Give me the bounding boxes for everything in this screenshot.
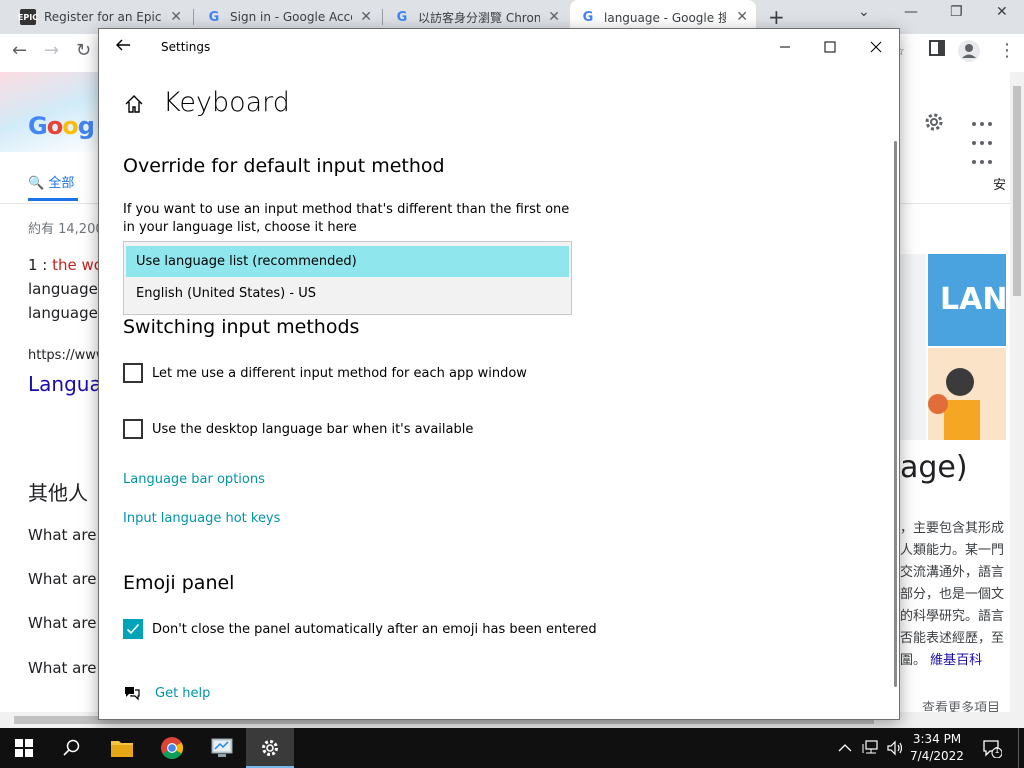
result-snippet: 1 : the wo — [28, 256, 103, 274]
show-hidden-icons[interactable] — [838, 728, 852, 768]
file-explorer-icon[interactable] — [98, 728, 146, 768]
knowledge-panel-text: ，主要包含其形成 人類能力。某一門 交流溝通外，語言 部分，也是一個文 的科學研… — [900, 521, 1005, 668]
network-icon[interactable] — [862, 728, 880, 768]
close-tab-icon[interactable]: ✕ — [736, 9, 748, 25]
close-button[interactable] — [866, 37, 886, 57]
checkmark-icon — [126, 623, 140, 635]
title-bar: Settings — [99, 29, 899, 65]
close-tab-icon[interactable]: ✕ — [548, 9, 560, 25]
profile-icon[interactable] — [958, 40, 980, 67]
chrome-menu-icon[interactable]: ⋮ — [998, 40, 1016, 61]
switching-heading: Switching input methods — [123, 316, 360, 338]
faq-item[interactable]: What are — [28, 614, 96, 632]
emoji-checkbox[interactable] — [123, 619, 143, 639]
forward-icon[interactable]: → — [44, 40, 59, 61]
faq-item[interactable]: What are — [28, 526, 96, 544]
epic-icon: EPIC — [18, 9, 38, 25]
language-bar-options-link[interactable]: Language bar options — [123, 472, 265, 487]
page-title: Keyboard — [163, 87, 290, 118]
minimize-button[interactable] — [775, 37, 795, 57]
tab-title: 以訪客身分瀏覽 Chron — [418, 10, 540, 25]
settings-app-icon[interactable] — [246, 728, 294, 768]
tab-divider — [193, 9, 194, 25]
dropdown-option-language-list[interactable]: Use language list (recommended) — [126, 246, 569, 277]
emoji-option: Don't close the panel automatically afte… — [123, 619, 597, 639]
volume-icon[interactable] — [886, 728, 904, 768]
language-bar-checkbox[interactable] — [123, 419, 143, 439]
input-method-dropdown[interactable]: Use language list (recommended) English … — [123, 241, 572, 315]
knowledge-panel-title: age) — [900, 450, 968, 485]
close-tab-icon[interactable]: ✕ — [170, 9, 182, 25]
action-center-icon[interactable]: 1 — [982, 738, 1003, 759]
app-window-checkbox[interactable] — [123, 363, 143, 383]
result-url: https://www — [28, 348, 107, 363]
tab-all-underline — [28, 198, 78, 201]
chrome-icon[interactable] — [148, 728, 196, 768]
restore-icon[interactable]: ❐ — [950, 4, 963, 20]
taskbar: 3:34 PM 7/4/2022 1 — [0, 728, 1024, 768]
clock-time: 3:34 PM — [912, 732, 962, 746]
gear-icon[interactable] — [922, 110, 946, 134]
people-also-ask-heading: 其他人 — [28, 481, 88, 505]
new-tab-icon[interactable]: + — [768, 5, 785, 29]
get-help-link[interactable]: Get help — [123, 685, 210, 701]
wikipedia-link[interactable]: 維基百科 — [930, 653, 982, 668]
dropdown-option-english-us[interactable]: English (United States) - US — [126, 278, 569, 309]
start-button[interactable] — [0, 728, 48, 768]
settings-window: Settings Keyboard Override for default i… — [98, 28, 900, 720]
faq-item[interactable]: What are — [28, 570, 96, 588]
back-arrow-icon[interactable] — [115, 37, 131, 53]
result-link[interactable]: Langua — [28, 372, 102, 396]
tab-title: Sign in - Google Accou — [230, 10, 352, 24]
back-icon[interactable]: ← — [12, 40, 27, 61]
override-heading: Override for default input method — [123, 155, 445, 177]
control-panel-icon[interactable] — [198, 728, 246, 768]
result-snippet-line: language. — [28, 304, 103, 322]
checkbox-label: Let me use a different input method for … — [152, 365, 527, 381]
search-icon[interactable] — [48, 728, 96, 768]
tab-title: language - Google 搜 — [604, 10, 726, 25]
language-bar-option: Use the desktop language bar when it's a… — [123, 419, 473, 439]
window-title: Settings — [161, 40, 211, 54]
settings-scrollbar[interactable] — [894, 141, 897, 687]
input-language-hot-keys-link[interactable]: Input language hot keys — [123, 511, 280, 526]
svg-text:LAN: LAN — [940, 282, 1006, 317]
reload-icon[interactable]: ↻ — [76, 40, 91, 61]
tab-all[interactable]: 🔍 全部 — [28, 172, 74, 191]
close-icon[interactable]: ✕ — [996, 4, 1008, 20]
get-help-label: Get help — [155, 685, 211, 701]
notification-count: 1 — [994, 746, 1000, 755]
emoji-panel-heading: Emoji panel — [123, 572, 235, 594]
close-tab-icon[interactable]: ✕ — [360, 9, 372, 25]
google-g-icon: G — [396, 9, 408, 25]
chevron-up-icon — [838, 744, 852, 752]
image-thumbnails[interactable]: LAN — [900, 254, 1006, 440]
tab-safe[interactable]: 安 — [993, 174, 1006, 193]
override-description: If you want to use an input method that'… — [123, 202, 570, 235]
minimize-icon[interactable]: — — [904, 4, 918, 20]
tab-divider — [382, 9, 383, 25]
chevron-down-icon[interactable]: ⌄ — [858, 4, 870, 20]
chat-help-icon — [125, 687, 140, 701]
clock-date: 7/4/2022 — [910, 749, 964, 763]
page-scrollbar[interactable] — [1010, 72, 1024, 712]
app-window-option: Let me use a different input method for … — [123, 363, 527, 383]
system-clock[interactable]: 3:34 PM 7/4/2022 — [904, 731, 970, 765]
windows-logo-icon — [15, 739, 33, 757]
google-logo[interactable]: Goog — [28, 112, 95, 140]
checkbox-label: Use the desktop language bar when it's a… — [152, 421, 474, 437]
more-items-link[interactable]: 查看更多項目 — [922, 697, 1000, 712]
home-icon[interactable] — [123, 93, 145, 115]
maximize-button[interactable] — [820, 37, 840, 57]
faq-item[interactable]: What are — [28, 659, 96, 677]
google-g-icon: G — [582, 9, 594, 25]
checkbox-label: Don't close the panel automatically afte… — [152, 621, 597, 637]
result-stats: 約有 14,200 — [28, 222, 104, 237]
tab-title: Register for an Epic Ga — [44, 10, 166, 24]
google-g-icon: G — [208, 9, 220, 25]
result-snippet-line: language. — [28, 280, 103, 298]
google-apps-icon[interactable] — [970, 112, 994, 169]
side-panel-icon[interactable] — [929, 40, 945, 61]
show-desktop-button[interactable] — [1018, 728, 1019, 768]
